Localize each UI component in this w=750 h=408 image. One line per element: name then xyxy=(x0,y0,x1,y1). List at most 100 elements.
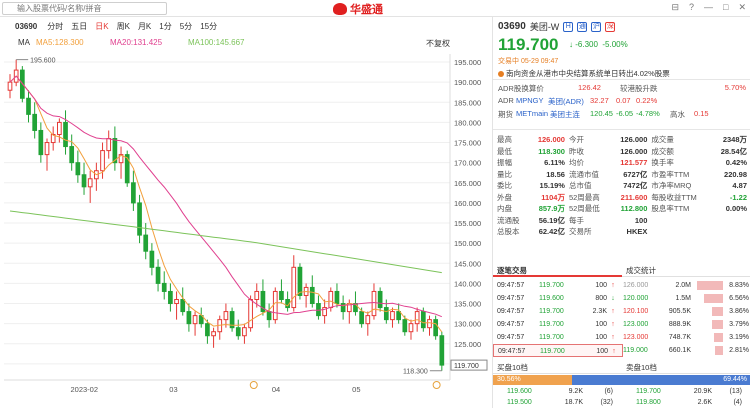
badge-tong[interactable]: 通 xyxy=(577,21,588,32)
candle-body[interactable] xyxy=(137,202,142,236)
candle-body[interactable] xyxy=(81,174,87,188)
badge-shen[interactable]: 深 xyxy=(605,21,616,32)
candle-body[interactable] xyxy=(131,182,136,204)
candle-body[interactable] xyxy=(87,178,93,188)
search-input[interactable] xyxy=(2,2,167,15)
candle-body[interactable] xyxy=(174,299,179,305)
candlestick-chart[interactable]: 195.000 190.000 185.000 180.000 175.000 170.0… xyxy=(0,50,490,408)
candle-body[interactable] xyxy=(254,290,260,301)
tab-weekly-k[interactable]: 周K xyxy=(113,21,134,32)
candle-body[interactable] xyxy=(106,138,112,152)
candle-body[interactable] xyxy=(180,299,186,313)
candle-body[interactable] xyxy=(38,129,44,156)
tab-timeshare[interactable]: 分时 xyxy=(43,21,67,32)
futures-name[interactable]: 美团主连 xyxy=(550,109,580,120)
candle-body[interactable] xyxy=(168,290,173,305)
candle-body[interactable] xyxy=(309,286,315,305)
candle-body[interactable] xyxy=(242,327,247,337)
news-ticker[interactable]: 南向资金从港市中央结算系统单日转出4.02%股票 xyxy=(498,68,670,79)
adr-row[interactable]: ADR MPNGY 美团(ADR) 32.27 0.07 0.22% xyxy=(498,96,746,107)
candle-body[interactable] xyxy=(408,323,414,333)
adr-name[interactable]: 美团(ADR) xyxy=(548,96,584,107)
minimize-icon[interactable]: — xyxy=(704,2,713,13)
candle-body[interactable] xyxy=(149,250,155,268)
candle-body[interactable] xyxy=(186,311,192,325)
tab-bid-book[interactable]: 买盘10档 xyxy=(493,362,622,374)
tab-ask-book[interactable]: 卖盘10档 xyxy=(622,362,750,374)
candle-body[interactable] xyxy=(124,154,130,184)
candle-body[interactable] xyxy=(161,282,167,292)
candle-body[interactable] xyxy=(57,121,62,135)
futures-row[interactable]: 期货 METmain 美团主连 120.45 -6.05 -4.78% 高水 0… xyxy=(498,109,746,120)
candle-body[interactable] xyxy=(359,311,364,325)
candle-body[interactable] xyxy=(279,290,284,301)
event-marker-icon[interactable] xyxy=(249,381,258,389)
candle-body[interactable] xyxy=(155,266,161,284)
candle-body[interactable] xyxy=(211,331,216,337)
candle-body[interactable] xyxy=(402,319,408,333)
candle-body[interactable] xyxy=(235,327,241,337)
level-marker xyxy=(622,386,632,397)
candle-body[interactable] xyxy=(383,307,389,321)
candle-body[interactable] xyxy=(32,113,38,131)
candle-body[interactable] xyxy=(205,323,210,337)
tab-daily-k[interactable]: 日K xyxy=(91,21,112,32)
candle-body[interactable] xyxy=(433,319,439,337)
candle-body[interactable] xyxy=(291,266,297,309)
candle-body[interactable] xyxy=(439,335,445,366)
candle-body[interactable] xyxy=(414,311,420,325)
candle-body[interactable] xyxy=(390,311,395,321)
candle-body[interactable] xyxy=(272,290,278,321)
candle-body[interactable] xyxy=(334,290,340,305)
adjust-selector[interactable]: 不复权 xyxy=(426,38,450,49)
candle-body[interactable] xyxy=(69,146,75,164)
candle-body[interactable] xyxy=(248,299,253,329)
tab-trade-stats[interactable]: 成交统计 xyxy=(622,264,750,277)
tab-5min[interactable]: 5分 xyxy=(176,21,196,32)
candle-body[interactable] xyxy=(192,315,198,325)
candle-body[interactable] xyxy=(396,311,401,321)
tab-tick-trades[interactable]: 逐笔交易 xyxy=(493,264,622,277)
candle-body[interactable] xyxy=(420,311,426,329)
candle-body[interactable] xyxy=(44,142,50,156)
adr-code[interactable]: MPNGY xyxy=(516,96,544,105)
candle-body[interactable] xyxy=(63,121,68,148)
candle-body[interactable] xyxy=(297,266,303,296)
maximize-icon[interactable]: □ xyxy=(723,2,728,13)
candle-body[interactable] xyxy=(377,290,383,309)
candle-body[interactable] xyxy=(223,311,229,321)
candle-body[interactable] xyxy=(100,150,105,172)
help-icon[interactable]: ? xyxy=(689,2,694,13)
stat-volume: 2.0M xyxy=(675,282,691,289)
ask-row[interactable]: 119.700 20.9K (13) xyxy=(622,386,750,397)
tab-5day[interactable]: 五日 xyxy=(67,21,91,32)
candle-body[interactable] xyxy=(75,162,81,176)
trade-price: 119.700 xyxy=(539,334,564,341)
event-marker-icon[interactable] xyxy=(432,381,441,389)
candle-body[interactable] xyxy=(365,315,371,325)
tab-15min[interactable]: 15分 xyxy=(196,21,221,32)
candle-body[interactable] xyxy=(371,290,377,317)
ask-row[interactable]: 119.800 2.6K (4) xyxy=(622,397,750,408)
futures-code[interactable]: METmain xyxy=(516,109,548,118)
close-icon[interactable]: ✕ xyxy=(738,2,746,13)
candle-body[interactable] xyxy=(7,81,13,91)
stat-value: 121.577 xyxy=(620,158,648,168)
ma-label[interactable]: MA xyxy=(18,38,30,47)
candle-body[interactable] xyxy=(427,319,432,329)
candle-body[interactable] xyxy=(266,311,272,321)
bid-row[interactable]: 119.600 9.2K (6) xyxy=(493,386,622,397)
candle-body[interactable] xyxy=(328,290,334,309)
futures-change: -6.05 xyxy=(616,109,634,118)
candle-body[interactable] xyxy=(143,234,149,252)
candle-body[interactable] xyxy=(26,97,31,115)
stat-label: 市净率MRQ xyxy=(651,181,692,191)
trade-volume: 100 xyxy=(595,334,607,341)
bid-row[interactable]: 119.500 18.7K (32) xyxy=(493,397,622,408)
badge-hu[interactable]: 沪 xyxy=(591,21,602,32)
layout-icon[interactable]: ⊟ xyxy=(671,2,679,13)
badge-h[interactable]: H xyxy=(563,21,574,32)
tab-monthly-k[interactable]: 月K xyxy=(134,21,155,32)
tab-1min[interactable]: 1分 xyxy=(155,21,175,32)
stat-value xyxy=(711,226,749,238)
